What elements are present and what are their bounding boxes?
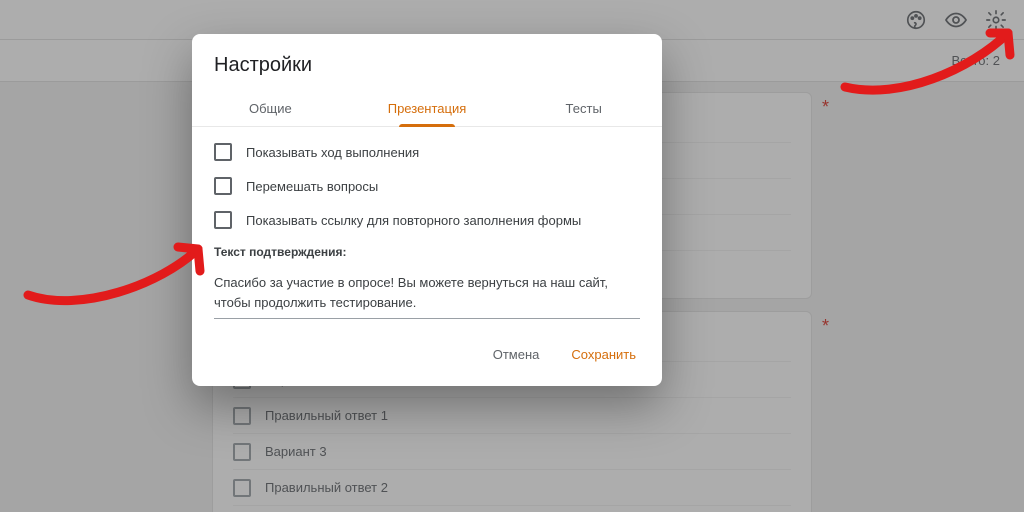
checkbox-label: Перемешать вопросы xyxy=(246,179,378,194)
dialog-title: Настройки xyxy=(192,54,662,91)
confirmation-header: Текст подтверждения: xyxy=(214,245,640,259)
save-button[interactable]: Сохранить xyxy=(567,341,640,368)
dialog-tabs: Общие Презентация Тесты xyxy=(192,91,662,127)
checkbox-row-resubmit[interactable]: Показывать ссылку для повторного заполне… xyxy=(214,211,640,229)
cancel-button[interactable]: Отмена xyxy=(489,341,544,368)
checkbox-row-progress[interactable]: Показывать ход выполнения xyxy=(214,143,640,161)
dialog-actions: Отмена Сохранить xyxy=(192,325,662,372)
checkbox-label: Показывать ход выполнения xyxy=(246,145,419,160)
checkbox-icon xyxy=(214,177,232,195)
confirmation-textbox[interactable]: Спасибо за участие в опросе! Вы можете в… xyxy=(214,269,640,319)
checkbox-row-shuffle[interactable]: Перемешать вопросы xyxy=(214,177,640,195)
tab-general[interactable]: Общие xyxy=(192,91,349,126)
tab-quizzes[interactable]: Тесты xyxy=(505,91,662,126)
checkbox-icon xyxy=(214,143,232,161)
dialog-body: Показывать ход выполнения Перемешать воп… xyxy=(192,127,662,325)
tab-presentation[interactable]: Презентация xyxy=(349,91,506,126)
checkbox-icon xyxy=(214,211,232,229)
settings-dialog: Настройки Общие Презентация Тесты Показы… xyxy=(192,34,662,386)
checkbox-label: Показывать ссылку для повторного заполне… xyxy=(246,213,581,228)
